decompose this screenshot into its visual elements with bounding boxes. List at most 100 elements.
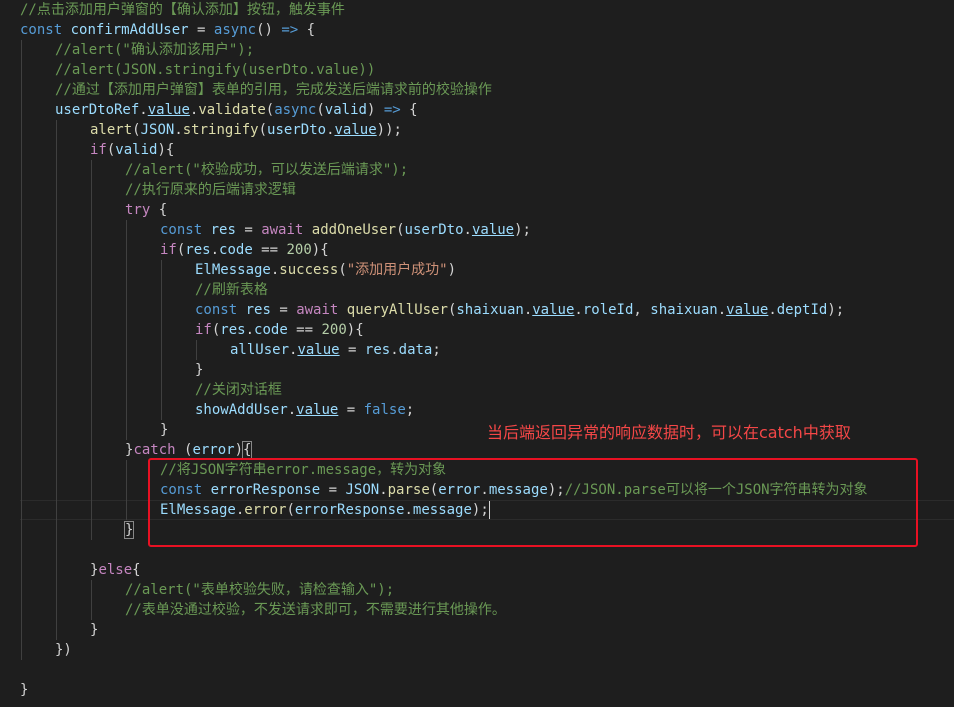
code-token: 200 [321, 322, 347, 338]
code-line-content: userDtoRef.value.validate(async(valid) =… [55, 100, 418, 120]
code-token: . [326, 122, 335, 138]
code-line-content: //alert("校验成功，可以发送后端请求"); [125, 160, 408, 180]
code-token: JSON [140, 122, 175, 138]
code-token: } [90, 622, 99, 638]
code-token: res [220, 322, 246, 338]
code-token: roleId [582, 302, 634, 318]
code-line: //表单没通过校验，不发送请求即可，不需要进行其他操作。 [0, 600, 954, 620]
code-token: stringify [182, 122, 259, 138]
code-token: "添加用户成功" [346, 262, 448, 278]
code-token: == [287, 322, 322, 338]
code-line-content: const confirmAddUser = async() => { [20, 20, 315, 40]
code-token: . [717, 302, 727, 318]
code-token: code [254, 322, 288, 338]
code-line: } [0, 620, 954, 640]
code-token: valid [115, 142, 158, 158]
code-line: }else{ [0, 560, 954, 580]
code-token: addOneUser [311, 222, 397, 238]
code-token: ) [366, 102, 384, 118]
code-line-content: } [90, 620, 98, 640]
code-token: . [139, 102, 148, 118]
code-line: showAddUser.value = false; [0, 400, 954, 420]
code-token: ); [514, 222, 531, 238]
code-token: { [400, 102, 418, 118]
code-token: , [633, 302, 651, 318]
code-token: } [123, 521, 135, 539]
code-editor[interactable]: //点击添加用户弹窗的【确认添加】按钮，触发事件 const confirmAdd… [0, 0, 954, 707]
code-line: if(res.code == 200){ [0, 240, 954, 260]
code-line: //alert("表单校验失败，请检查输入"); [0, 580, 954, 600]
code-line: const res = await queryAllUser(shaixuan.… [0, 300, 954, 320]
code-line: allUser.value = res.data; [0, 340, 954, 360]
code-line-content: if(res.code == 200){ [160, 240, 329, 260]
code-line-content: const res = await addOneUser(userDto.val… [160, 220, 531, 240]
code-token: error [192, 442, 235, 458]
code-token: validate [198, 102, 266, 118]
code-token: confirmAddUser [70, 22, 189, 38]
code-token: value [471, 222, 515, 238]
code-line: if(valid){ [0, 140, 954, 160]
code-token: false [363, 402, 406, 418]
code-token: value [147, 102, 190, 118]
code-line: userDtoRef.value.validate(async(valid) =… [0, 100, 954, 120]
code-line-content: //点击添加用户弹窗的【确认添加】按钮，触发事件 [20, 0, 345, 20]
code-token: //刷新表格 [195, 282, 268, 298]
code-token: deptId [776, 302, 828, 318]
code-token: await [296, 302, 339, 318]
code-token: //点击添加用户弹窗的【确认添加】按钮，触发事件 [20, 2, 345, 18]
code-token: res [364, 342, 391, 358]
code-token: } [20, 682, 29, 698]
code-token: { [298, 22, 316, 38]
code-line: const res = await addOneUser(userDto.val… [0, 220, 954, 240]
code-token: { [241, 441, 253, 459]
code-token: . [574, 302, 583, 318]
code-token: ( [396, 222, 405, 238]
code-token: ) [234, 442, 244, 458]
code-line-content: const res = await queryAllUser(shaixuan.… [195, 300, 844, 320]
code-token: //alert(JSON.stringify(userDto.value)) [55, 62, 376, 78]
code-line: alert(JSON.stringify(userDto.value)); [0, 120, 954, 140]
code-token: ElMessage [195, 262, 271, 278]
code-token: await [261, 222, 304, 238]
code-line: //执行原来的后端请求逻辑 [0, 180, 954, 200]
code-token: if [195, 322, 212, 338]
code-line: //关闭对话框 [0, 380, 954, 400]
code-token: const [20, 22, 63, 38]
code-line-content: if(res.code == 200){ [195, 320, 364, 340]
code-token: if [160, 242, 177, 258]
code-token: res [210, 222, 236, 238]
code-token: => [383, 102, 401, 118]
code-token: res [185, 242, 211, 258]
code-token: //alert("表单校验失败，请检查输入"); [125, 582, 395, 598]
code-token: //执行原来的后端请求逻辑 [125, 182, 296, 198]
code-token: const [195, 302, 238, 318]
code-line-content: //表单没通过校验，不发送请求即可，不需要进行其他操作。 [125, 600, 506, 620]
code-token: . [287, 402, 297, 418]
code-token: = [270, 302, 297, 318]
code-token: data [398, 342, 433, 358]
highlight-box [148, 458, 918, 547]
code-token: queryAllUser [346, 302, 448, 318]
code-token: ( [338, 262, 347, 278]
code-token: //通过【添加用户弹窗】表单的引用，完成发送后端请求前的校验操作 [55, 82, 492, 98]
code-line: try { [0, 200, 954, 220]
code-token: catch [133, 442, 176, 458]
code-token: . [390, 342, 399, 358]
code-token: 200 [286, 242, 312, 258]
code-line-content: } [160, 420, 168, 440]
code-token: valid [324, 102, 367, 118]
code-line: const confirmAddUser = async() => { [0, 20, 954, 40]
code-token: ( [132, 122, 141, 138]
code-line: //alert("校验成功，可以发送后端请求"); [0, 160, 954, 180]
code-token: . [523, 302, 533, 318]
code-token: alert [90, 122, 133, 138]
code-token: )); [376, 122, 402, 138]
code-line: } [0, 360, 954, 380]
code-line: //alert("确认添加该用户"); [0, 40, 954, 60]
code-token: //alert("校验成功，可以发送后端请求"); [125, 162, 409, 178]
code-token: { [132, 562, 141, 578]
code-token: else [98, 562, 133, 578]
